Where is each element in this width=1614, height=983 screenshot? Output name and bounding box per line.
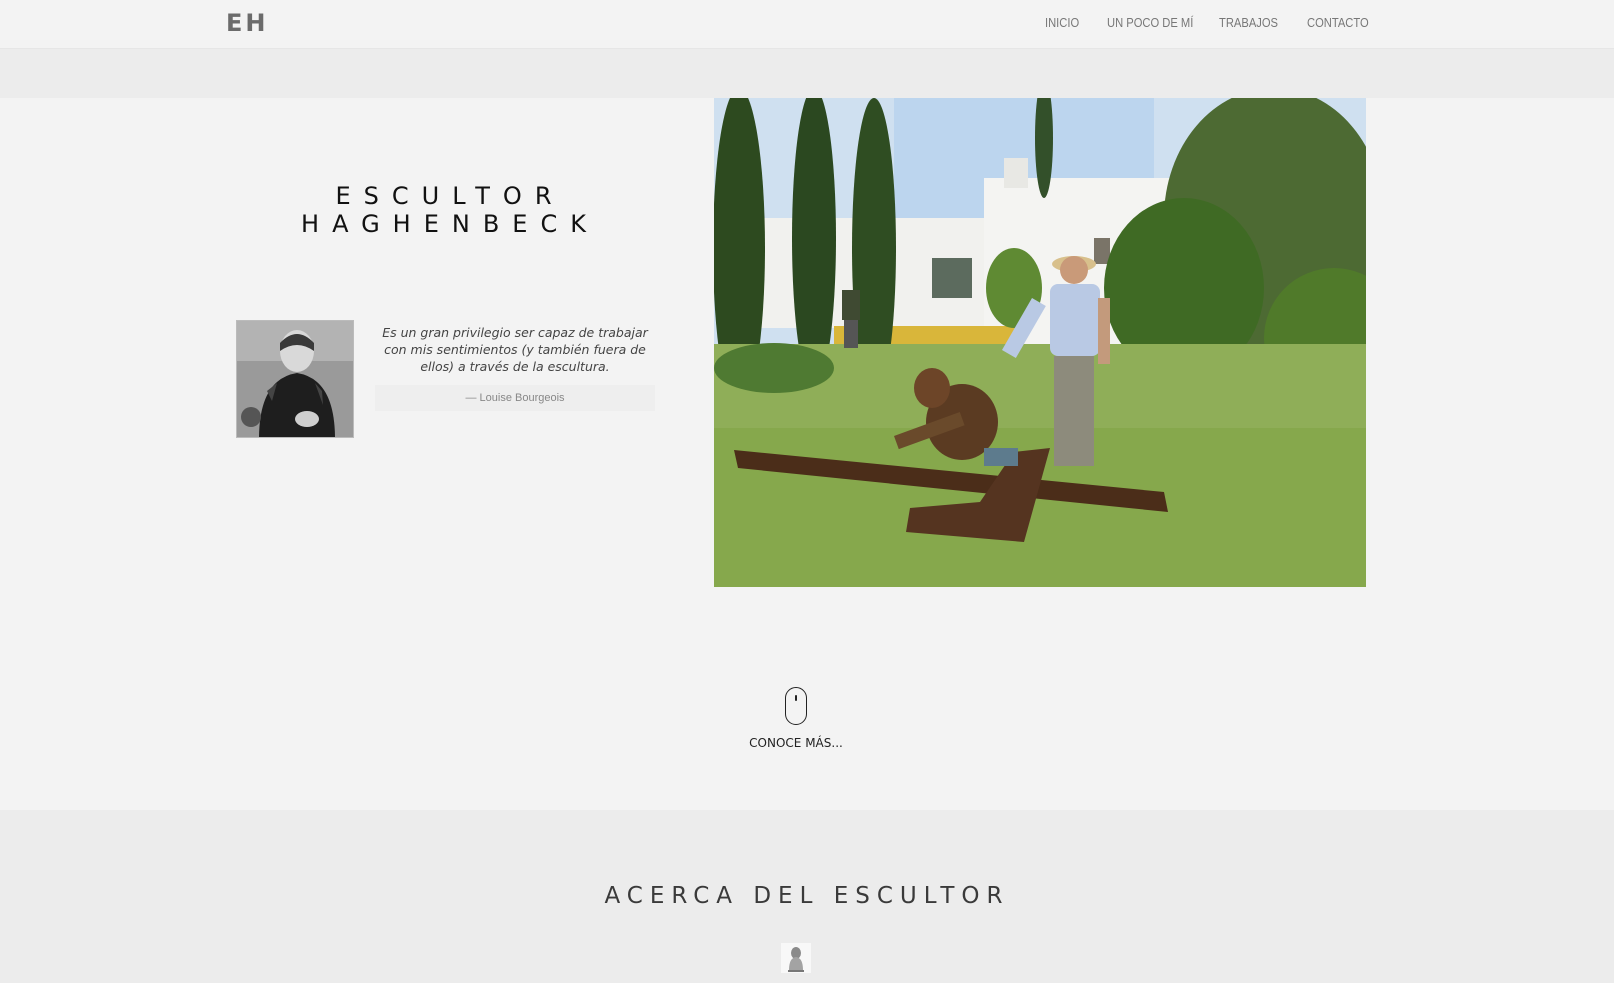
nav-link-contacto[interactable]: CONTACTO xyxy=(1307,15,1369,30)
quote-author-portrait xyxy=(236,320,354,438)
top-navbar: EH INICIO UN POCO DE MÍ TRABAJOS CONTACT… xyxy=(0,0,1614,49)
nav-link-un-poco-de-mi[interactable]: UN POCO DE MÍ xyxy=(1107,15,1193,30)
header-spacer-band xyxy=(0,49,1614,98)
conoce-mas-link[interactable]: CONOCE MÁS... xyxy=(700,736,892,750)
hero-title-line-1: ESCULTOR xyxy=(335,182,565,210)
quote-author: — Louise Bourgeois xyxy=(375,385,655,411)
about-section: ACERCA DEL ESCULTOR xyxy=(0,810,1614,983)
hero-title-line-2: HAGHENBECK xyxy=(301,210,599,238)
nav-link-trabajos[interactable]: TRABAJOS xyxy=(1219,15,1278,30)
about-title: ACERCA DEL ESCULTOR xyxy=(604,883,1010,909)
hero-photo-sculpture xyxy=(714,98,1366,587)
main-nav: INICIO UN POCO DE MÍ TRABAJOS CONTACTO xyxy=(0,15,1614,35)
sculpture-garden-photo xyxy=(714,98,1366,587)
portrait-image xyxy=(237,321,353,437)
sculpture-icon xyxy=(781,943,811,973)
mouse-scroll-icon[interactable] xyxy=(785,687,807,725)
hero-title: ESCULTOR HAGHENBECK xyxy=(235,182,665,238)
hero-quote: Es un gran privilegio ser capaz de traba… xyxy=(382,325,648,374)
nav-link-inicio[interactable]: INICIO xyxy=(1045,15,1079,30)
